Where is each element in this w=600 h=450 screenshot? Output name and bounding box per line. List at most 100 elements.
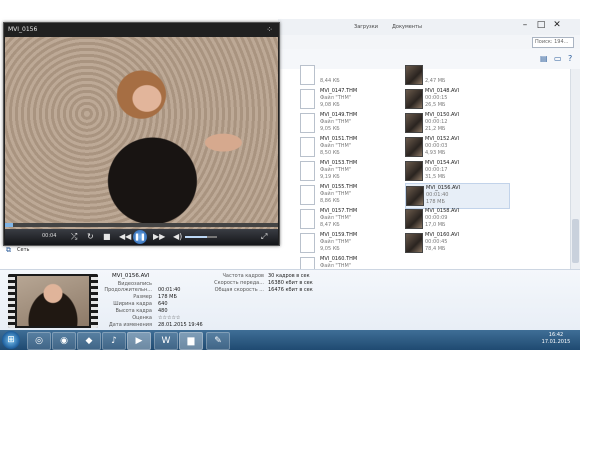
video-thumbnail [8,274,98,328]
file-name: MVI_0160.AVI [425,232,460,238]
file-name: MVI_0150.AVI [425,112,460,118]
file-type: 00:01:40 [426,192,449,198]
volume-level [185,236,208,238]
file-name: MVI_0159.THM [320,232,358,238]
document-file-icon [300,65,315,85]
details-value: 16380 кбит в сек [268,280,313,286]
taskbar-green-app-icon[interactable]: ◎ [27,332,51,350]
elapsed-time: 00:04 [42,233,57,239]
file-item[interactable]: MVI_0159.THM Файл "THM" 9,05 КБ [300,231,395,255]
details-value: 28.01.2015 19:46 [158,322,203,328]
taskbar-app-icon[interactable]: ◆ [77,332,101,350]
system-clock[interactable]: 16:42 17.01.2015 [536,332,576,346]
close-button[interactable]: ✕ [550,19,564,32]
fullscreen-icon[interactable]: ⤢ [261,231,267,243]
details-value: 30 кадров в сек [268,273,310,279]
taskbar-media-player-icon[interactable]: ▶ [127,332,151,350]
details-label: Ширина кадра [113,301,152,307]
file-item[interactable]: MVI_0150.AVI 00:00:12 21,2 МБ [405,111,500,135]
file-size: 17,0 МБ [425,222,446,228]
taskbar-speaker-icon[interactable]: ♪ [102,332,126,350]
details-file-name: MVI_0156.AVI [112,273,150,279]
vertical-scrollbar[interactable] [570,69,580,269]
file-type: Файл "THM" [320,167,352,173]
document-file-icon [300,161,315,181]
document-file-icon [300,89,315,109]
stop-icon[interactable]: ■ [103,231,111,243]
file-item[interactable]: MVI_0152.AVI 00:00:03 4,93 МБ [405,135,500,159]
file-name: MVI_0148.AVI [425,88,460,94]
file-item[interactable]: MVI_0160.AVI 00:00:45 78,4 МБ [405,231,500,255]
file-name: MVI_0156.AVI [426,185,461,191]
file-type: 00:00:09 [425,215,448,221]
thumbnail-image [17,276,89,326]
taskbar-paint-icon[interactable]: ✎ [206,332,230,350]
details-label: Частота кадров [222,273,265,279]
file-name: MVI_0155.THM [320,184,358,190]
file-name: MVI_0152.AVI [425,136,460,142]
maximize-button[interactable]: □ [534,19,548,32]
taskbar-word-icon[interactable]: W [154,332,178,350]
file-size: 178 МБ [426,199,445,205]
details-label: Общая скорость ... [214,287,264,293]
file-type: Файл "THM" [320,119,352,125]
file-item[interactable]: MVI_0149.THM Файл "THM" 9,05 КБ [300,111,395,135]
previous-icon[interactable]: ◀◀ [119,231,131,243]
seek-progress [5,223,14,227]
pause-button[interactable]: ❚❚ [133,230,147,244]
volume-slider[interactable] [185,236,217,238]
file-size: 8,50 КБ [320,150,340,156]
file-item[interactable]: MVI_0154.AVI 00:00:17 31,5 МБ [405,159,500,183]
file-name: MVI_0153.THM [320,160,358,166]
player-title: MVI_0156 [8,26,38,33]
file-item[interactable]: MVI_0147.THM Файл "THM" 9,08 КБ [300,87,395,111]
file-item[interactable]: 2,47 МБ [405,63,500,87]
details-label: Скорость переда... [214,280,264,286]
file-item[interactable]: MVI_0158.AVI 00:00:09 17,0 МБ [405,207,500,231]
seek-bar[interactable] [5,223,278,227]
minimize-button[interactable]: – [518,19,532,32]
file-item[interactable]: MVI_0153.THM Файл "THM" 9,19 КБ [300,159,395,183]
video-file-icon [405,113,423,133]
file-item[interactable]: MVI_0155.THM Файл "THM" 8,86 КБ [300,183,395,207]
video-frame[interactable] [5,37,278,229]
search-input[interactable]: Поиск: 194... [532,37,574,48]
tab-1[interactable] [280,21,290,33]
details-value[interactable]: ☆☆☆☆☆ [158,315,180,321]
repeat-icon[interactable]: ↻ [87,231,94,243]
video-file-icon [405,233,423,253]
volume-icon[interactable]: ◀) [173,231,182,243]
preview-pane-icon[interactable]: ▭ [554,54,562,63]
navigation-pane: ⧉ Сеть [0,245,278,269]
file-type: 00:00:12 [425,119,448,125]
file-size: 2,47 МБ [425,78,446,84]
explorer-tab-bar: Загрузки Документы – □ ✕ [278,19,580,36]
clock-date: 17.01.2015 [541,339,571,345]
tab-downloads[interactable]: Загрузки [344,21,378,33]
switch-to-library-icon[interactable]: ⁘ [266,25,273,34]
nav-item-network[interactable]: Сеть [17,247,29,253]
file-type: Файл "THM" [320,95,352,101]
details-value: 16476 кбит в сек [268,287,313,293]
tab-2[interactable] [312,21,322,33]
file-item[interactable]: MVI_0156.AVI 00:01:40 178 МБ [405,183,510,209]
view-options-icon[interactable]: ▤ [540,54,548,63]
file-item[interactable]: MVI_0157.THM Файл "THM" 8,47 КБ [300,207,395,231]
video-file-icon [405,161,423,181]
details-pane: MVI_0156.AVI Видеозапись Продолжительн..… [0,269,580,331]
file-item[interactable]: 8,44 КБ [300,63,395,87]
shuffle-icon[interactable]: ⤮ [71,231,77,243]
file-type: 00:00:03 [425,143,448,149]
scrollbar-thumb[interactable] [572,219,579,263]
tab-documents[interactable]: Документы [382,21,422,33]
taskbar-firefox-icon[interactable]: ◉ [52,332,76,350]
next-icon[interactable]: ▶▶ [153,231,165,243]
clock-time: 16:42 [548,332,564,338]
file-item[interactable]: MVI_0151.THM Файл "THM" 8,50 КБ [300,135,395,159]
file-type: 00:00:17 [425,167,448,173]
help-icon[interactable]: ? [568,54,572,63]
start-button[interactable]: ⊞ [2,331,20,349]
file-size: 8,47 КБ [320,222,340,228]
file-item[interactable]: MVI_0148.AVI 00:00:15 26,5 МБ [405,87,500,111]
taskbar-explorer-icon[interactable]: ▆ [179,332,203,350]
